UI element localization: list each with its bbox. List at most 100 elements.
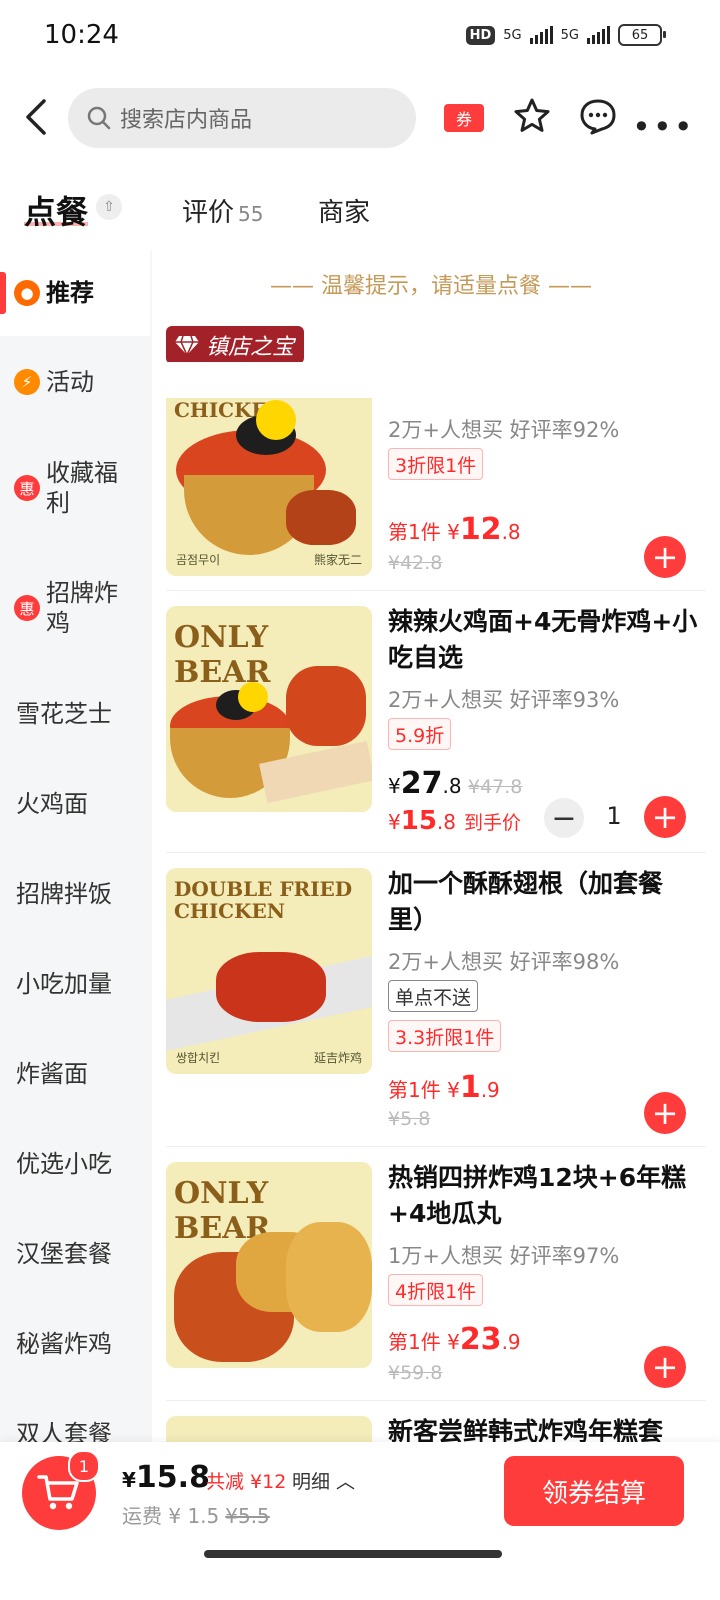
- sidebar-item[interactable]: 雪花芝士: [0, 694, 150, 734]
- divider: [166, 1146, 706, 1147]
- more-menu-icon[interactable]: •••: [632, 108, 695, 146]
- price-prefix: 第1件 ¥: [388, 1330, 460, 1354]
- battery-icon: 65: [618, 24, 666, 46]
- delivery-fee: 运费 ¥ 1.5 ¥5.5: [122, 1500, 270, 1529]
- price-prefix: ¥: [388, 774, 401, 798]
- sidebar-item-label: 活动: [46, 368, 94, 396]
- chat-icon[interactable]: [578, 96, 618, 136]
- coupon-button[interactable]: 券: [444, 104, 484, 132]
- search-placeholder: 搜索店内商品: [120, 108, 253, 133]
- tab-order[interactable]: 点餐: [24, 187, 88, 233]
- active-indicator: [0, 272, 6, 314]
- sidebar-item-favorite-welfare[interactable]: 惠 收藏福利: [0, 456, 150, 520]
- price-prefix: ¥: [388, 810, 401, 834]
- sim1-label: 5G: [503, 27, 522, 43]
- divider: [166, 852, 706, 853]
- sidebar-item-label: 收藏福利: [46, 459, 118, 517]
- divider: [166, 590, 706, 591]
- price-dec: .8: [442, 774, 462, 798]
- scroll-mask: [166, 362, 372, 398]
- checkout-button[interactable]: 领券结算: [504, 1456, 684, 1526]
- tab-review[interactable]: 评价 55: [182, 192, 263, 229]
- chicken-graphic: [286, 1222, 372, 1332]
- add-to-cart-button[interactable]: +: [644, 1346, 686, 1388]
- discount-tag: 5.9折: [388, 718, 452, 750]
- sidebar-item[interactable]: 秘酱炸鸡: [0, 1324, 150, 1364]
- tab-review-label: 评价: [182, 198, 235, 228]
- lightning-icon: ⚡: [14, 369, 40, 395]
- chicken-graphic: [216, 952, 326, 1022]
- hd-icon: HD: [465, 25, 496, 45]
- sidebar-item-label: 招牌拌饭: [16, 880, 112, 908]
- cart-count-badge: 1: [68, 1450, 100, 1482]
- category-sidebar: ● 推荐 ⚡ 活动 惠 收藏福利 惠 招牌炸鸡 雪花芝士 火鸡面 招牌拌饭 小吃…: [0, 250, 152, 1450]
- sidebar-item-label: 优选小吃: [16, 1150, 112, 1178]
- home-indicator[interactable]: [204, 1550, 502, 1558]
- collapse-toggle-icon[interactable]: ⇧: [96, 194, 122, 220]
- sidebar-item-activity[interactable]: ⚡ 活动: [0, 360, 150, 404]
- final-price: ¥15.8 到手价: [388, 806, 521, 836]
- status-time: 10:24: [44, 20, 119, 50]
- review-count: 55: [238, 202, 264, 226]
- product-price: ¥27.8: [388, 766, 462, 801]
- price-int: 27: [400, 766, 443, 801]
- price-prefix: 第1件 ¥: [388, 1078, 460, 1102]
- price-dec: .9: [501, 1330, 521, 1354]
- search-icon: [87, 106, 111, 130]
- image-caption: 쌍합치킨: [176, 1051, 221, 1065]
- sidebar-item[interactable]: 小吃加量: [0, 964, 150, 1004]
- product-title[interactable]: 加一个酥酥翅根（加套餐里）: [388, 866, 698, 938]
- product-title[interactable]: 辣辣火鸡面+4无骨炸鸡+小吃自选: [388, 604, 698, 676]
- favorite-star-icon[interactable]: [512, 96, 552, 136]
- sidebar-item-label: 推荐: [46, 279, 94, 307]
- detail-toggle[interactable]: 明细 ︿: [292, 1467, 355, 1494]
- cart-total: ¥15.8: [122, 1460, 210, 1495]
- add-to-cart-button[interactable]: +: [644, 796, 686, 838]
- tab-merchant[interactable]: 商家: [318, 192, 370, 229]
- not-sold-alone-tag: 单点不送: [388, 980, 479, 1012]
- signal-icon-2: [587, 26, 610, 44]
- status-icons: HD 5G 5G 65: [465, 24, 666, 46]
- add-to-cart-button[interactable]: +: [644, 536, 686, 578]
- sidebar-item-recommend[interactable]: ● 推荐: [0, 250, 150, 336]
- original-price: ¥59.8: [388, 1362, 443, 1384]
- product-title[interactable]: 热销四拼炸鸡12块+6年糕+4地瓜丸: [388, 1160, 698, 1232]
- add-to-cart-button[interactable]: +: [644, 1092, 686, 1134]
- price-int: 15: [400, 806, 437, 836]
- original-price: ¥5.8: [388, 1108, 431, 1130]
- product-image[interactable]: ONLY BEAR: [166, 606, 372, 812]
- decrease-quantity-button[interactable]: −: [544, 798, 584, 838]
- sim2-label: 5G: [560, 27, 579, 43]
- original-price: ¥47.8: [468, 776, 523, 798]
- sidebar-item[interactable]: 优选小吃: [0, 1144, 150, 1184]
- sidebar-item-label: 火鸡面: [16, 790, 88, 818]
- fee-current: 运费 ¥ 1.5: [122, 1504, 220, 1528]
- sidebar-item[interactable]: 炸酱面: [0, 1054, 150, 1094]
- product-price: 第1件 ¥12.8: [388, 512, 521, 547]
- sidebar-item-signature-chicken[interactable]: 惠 招牌炸鸡: [0, 576, 150, 640]
- sidebar-item[interactable]: 招牌拌饭: [0, 874, 150, 914]
- sidebar-item[interactable]: 汉堡套餐: [0, 1234, 150, 1274]
- price-int: 23: [459, 1322, 502, 1357]
- diamond-icon: [175, 335, 199, 356]
- sidebar-item[interactable]: 火鸡面: [0, 784, 150, 824]
- image-caption: 延吉炸鸡: [313, 1051, 362, 1065]
- final-price-label: 到手价: [464, 812, 522, 834]
- original-price: ¥42.8: [388, 552, 443, 574]
- product-image[interactable]: ONLY BEAR: [166, 1162, 372, 1368]
- saved-amount: 共减 ¥12: [206, 1471, 287, 1493]
- back-arrow-icon[interactable]: [22, 97, 52, 137]
- sidebar-item-label: 秘酱炸鸡: [16, 1330, 112, 1358]
- sidebar-item-label: 雪花芝士: [16, 700, 112, 728]
- product-stats: 2万+人想买 好评率92%: [388, 418, 620, 442]
- price-dec: .9: [480, 1078, 500, 1102]
- price-dec: .8: [501, 520, 521, 544]
- price-prefix: 第1件 ¥: [388, 520, 460, 544]
- product-image[interactable]: DOUBLE FRIED CHICKEN 쌍합치킨 延吉炸鸡: [166, 868, 372, 1074]
- currency-symbol: ¥: [122, 1468, 136, 1492]
- signal-icon: [529, 26, 553, 44]
- product-price: 第1件 ¥1.9: [388, 1070, 500, 1105]
- search-input[interactable]: 搜索店内商品: [68, 88, 416, 148]
- image-window: [166, 398, 372, 576]
- product-stats: 2万+人想买 好评率98%: [388, 950, 620, 974]
